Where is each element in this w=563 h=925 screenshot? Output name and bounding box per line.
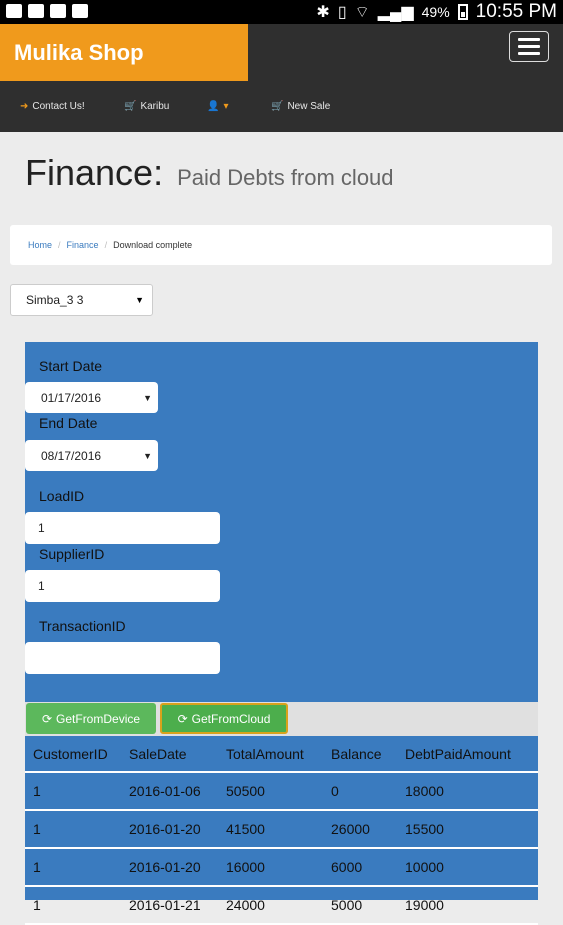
- column-header: Balance: [323, 737, 397, 773]
- battery-percent: 49%: [421, 4, 450, 20]
- start-date-value: 01/17/2016: [41, 390, 102, 405]
- table-cell: 50500: [218, 772, 323, 811]
- vibrate-icon: ▯: [337, 4, 347, 21]
- table-cell: 24000: [218, 886, 323, 925]
- page-title-main: Finance:: [25, 152, 164, 193]
- table-row[interactable]: 1 2016-01-20 41500 26000 15500: [25, 810, 538, 849]
- table-header-row: CustomerID SaleDate TotalAmount Balance …: [25, 737, 538, 773]
- table-cell: 2016-01-21: [121, 886, 218, 925]
- nav-label: Contact Us!: [32, 100, 85, 112]
- table-cell: 2016-01-20: [121, 810, 218, 849]
- table-row[interactable]: 1 2016-01-06 50500 0 18000: [25, 772, 538, 811]
- sign-in-icon: ➜: [20, 100, 29, 112]
- nav-label: New Sale: [287, 100, 331, 112]
- end-date-label: End Date: [39, 415, 98, 431]
- column-header: CustomerID: [25, 737, 121, 773]
- end-date-select[interactable]: 08/17/2016 ▼: [25, 440, 158, 471]
- table-row[interactable]: 1 2016-01-21 24000 5000 19000: [25, 886, 538, 925]
- user-icon: 👤: [207, 100, 220, 112]
- table-cell: 15500: [397, 810, 538, 849]
- page-title: Finance: Paid Debts from cloud: [25, 152, 394, 194]
- table-cell: 2016-01-20: [121, 848, 218, 887]
- table-row[interactable]: 1 2016-01-20 16000 6000 10000: [25, 848, 538, 887]
- status-bar: ✱ ▯ ⌔ ▂▄▆ 49% 10:55 PM: [0, 0, 563, 24]
- wifi-icon: ⌔: [354, 4, 370, 21]
- get-from-cloud-label: GetFromCloud: [191, 711, 271, 726]
- table-cell: 16000: [218, 848, 323, 887]
- get-from-device-button[interactable]: ⟳ GetFromDevice: [26, 703, 156, 734]
- button-bar: ⟳ GetFromDevice ⟳ GetFromCloud: [25, 702, 538, 736]
- bag-icon: [72, 4, 88, 18]
- caret-down-icon: ▼: [143, 392, 152, 403]
- breadcrumb-finance[interactable]: Finance: [67, 240, 99, 250]
- menu-bar-icon: [518, 52, 540, 55]
- excel-icon: [6, 4, 22, 18]
- breadcrumb-separator: /: [58, 240, 61, 250]
- column-header: TotalAmount: [218, 737, 323, 773]
- caret-down-icon: ▼: [143, 450, 152, 461]
- nav-bar: ➜ Contact Us! 🛒 Karibu 👤 ▾ 🛒 New Sale: [0, 96, 563, 116]
- nav-new-sale[interactable]: 🛒 New Sale: [271, 101, 330, 112]
- nav-label: Karibu: [140, 100, 170, 112]
- nav-karibu[interactable]: 🛒 Karibu: [124, 101, 169, 112]
- breadcrumb-separator: /: [104, 240, 108, 250]
- debts-table: CustomerID SaleDate TotalAmount Balance …: [25, 737, 538, 925]
- transaction-id-input[interactable]: [25, 642, 220, 674]
- finance-form-panel: Start Date 01/17/2016 ▼ End Date 08/17/2…: [25, 342, 538, 925]
- refresh-icon: ⟳: [41, 711, 53, 726]
- supplier-id-input[interactable]: 1: [25, 570, 220, 602]
- battery-icon: [457, 4, 468, 20]
- transaction-id-label: TransactionID: [39, 618, 126, 634]
- store-select-value: Simba_3 3: [26, 293, 84, 307]
- get-from-cloud-button[interactable]: ⟳ GetFromCloud: [160, 703, 288, 734]
- caret-down-icon: ▼: [135, 295, 144, 305]
- table-cell: 19000: [397, 886, 538, 925]
- nav-user-dropdown[interactable]: 👤 ▾: [207, 101, 228, 112]
- table-cell: 41500: [218, 810, 323, 849]
- table-cell: 6000: [323, 848, 397, 887]
- hamburger-menu-button[interactable]: [509, 31, 549, 62]
- system-icons: ✱ ▯ ⌔ ▂▄▆ 49% 10:55 PM: [316, 1, 557, 23]
- page-subtitle: Paid Debts from cloud: [177, 165, 394, 190]
- table-cell: 1: [25, 810, 121, 849]
- mail-icon: [50, 4, 66, 18]
- table-cell: 1: [25, 848, 121, 887]
- signal-icon: ▂▄▆: [377, 4, 414, 21]
- column-header: DebtPaidAmount: [397, 737, 538, 773]
- refresh-icon: ⟳: [177, 711, 188, 726]
- end-date-value: 08/17/2016: [41, 448, 102, 463]
- brand-logo[interactable]: Mulika Shop: [0, 24, 248, 81]
- breadcrumb-current: Download complete: [113, 240, 193, 250]
- caret-down-icon: ▾: [223, 100, 229, 112]
- menu-bar-icon: [518, 38, 540, 41]
- start-date-label: Start Date: [39, 358, 103, 374]
- table-cell: 0: [323, 772, 397, 811]
- breadcrumb: Home / Finance / Download complete: [10, 225, 552, 265]
- table-cell: 1: [25, 772, 121, 811]
- image-icon: [28, 4, 44, 18]
- load-id-label: LoadID: [39, 488, 85, 504]
- table-cell: 18000: [397, 772, 538, 811]
- table-cell: 26000: [323, 810, 397, 849]
- column-header: SaleDate: [121, 737, 218, 773]
- bluetooth-icon: ✱: [316, 4, 330, 21]
- table-cell: 1: [25, 886, 121, 925]
- clock: 10:55 PM: [475, 1, 557, 22]
- nav-contact-us[interactable]: ➜ Contact Us!: [20, 101, 85, 112]
- breadcrumb-home[interactable]: Home: [28, 240, 52, 250]
- supplier-id-label: SupplierID: [39, 546, 105, 562]
- cart-icon: 🛒: [124, 100, 137, 112]
- table-cell: 2016-01-06: [121, 772, 218, 811]
- get-from-device-label: GetFromDevice: [56, 711, 141, 726]
- table-cell: 5000: [323, 886, 397, 925]
- start-date-select[interactable]: 01/17/2016 ▼: [25, 382, 158, 413]
- table-cell: 10000: [397, 848, 538, 887]
- store-select[interactable]: Simba_3 3 ▼: [10, 284, 153, 316]
- notification-icons: [6, 4, 88, 18]
- cart-icon: 🛒: [271, 100, 284, 112]
- load-id-input[interactable]: 1: [25, 512, 220, 544]
- app-header: Mulika Shop ➜ Contact Us! 🛒 Karibu 👤 ▾ 🛒…: [0, 24, 563, 132]
- menu-bar-icon: [518, 45, 540, 48]
